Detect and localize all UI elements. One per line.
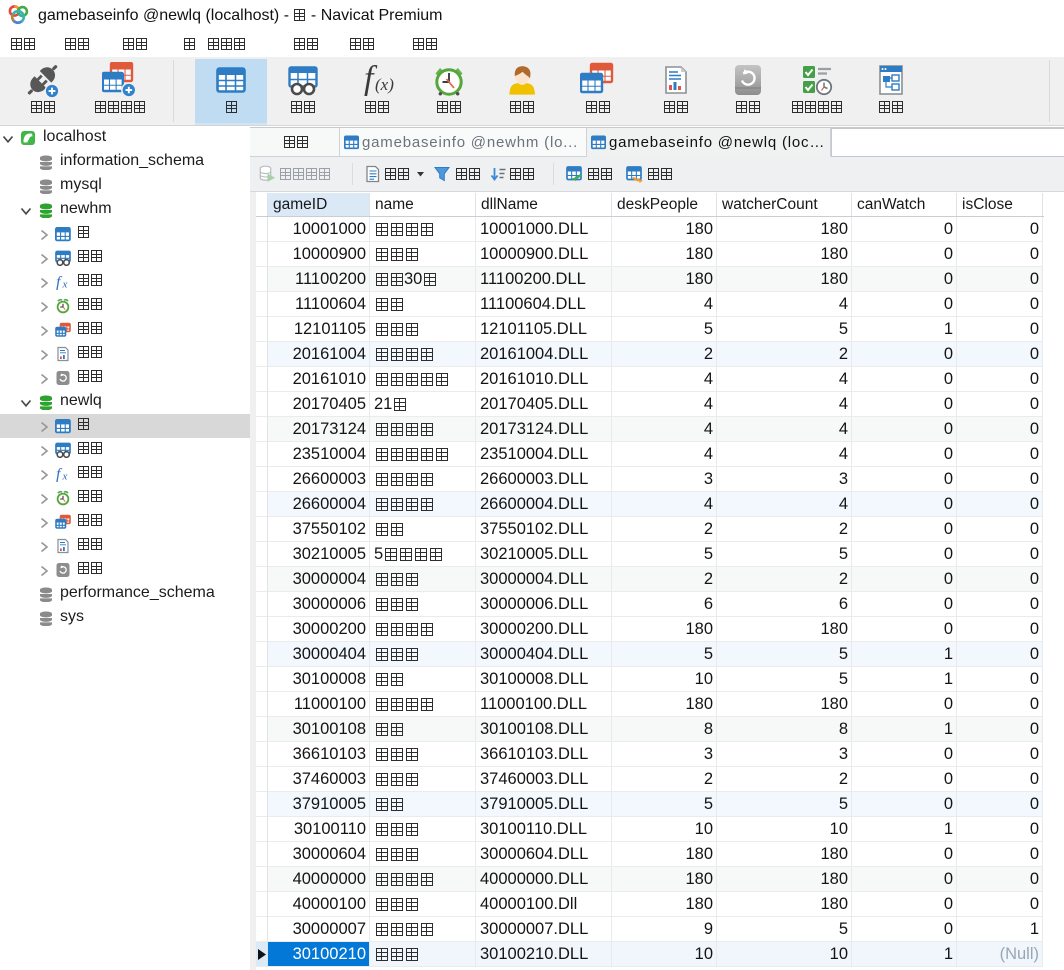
svg-text:(x): (x) [375,75,394,94]
svg-text:x: x [62,279,68,291]
svg-text:x: x [62,471,68,483]
